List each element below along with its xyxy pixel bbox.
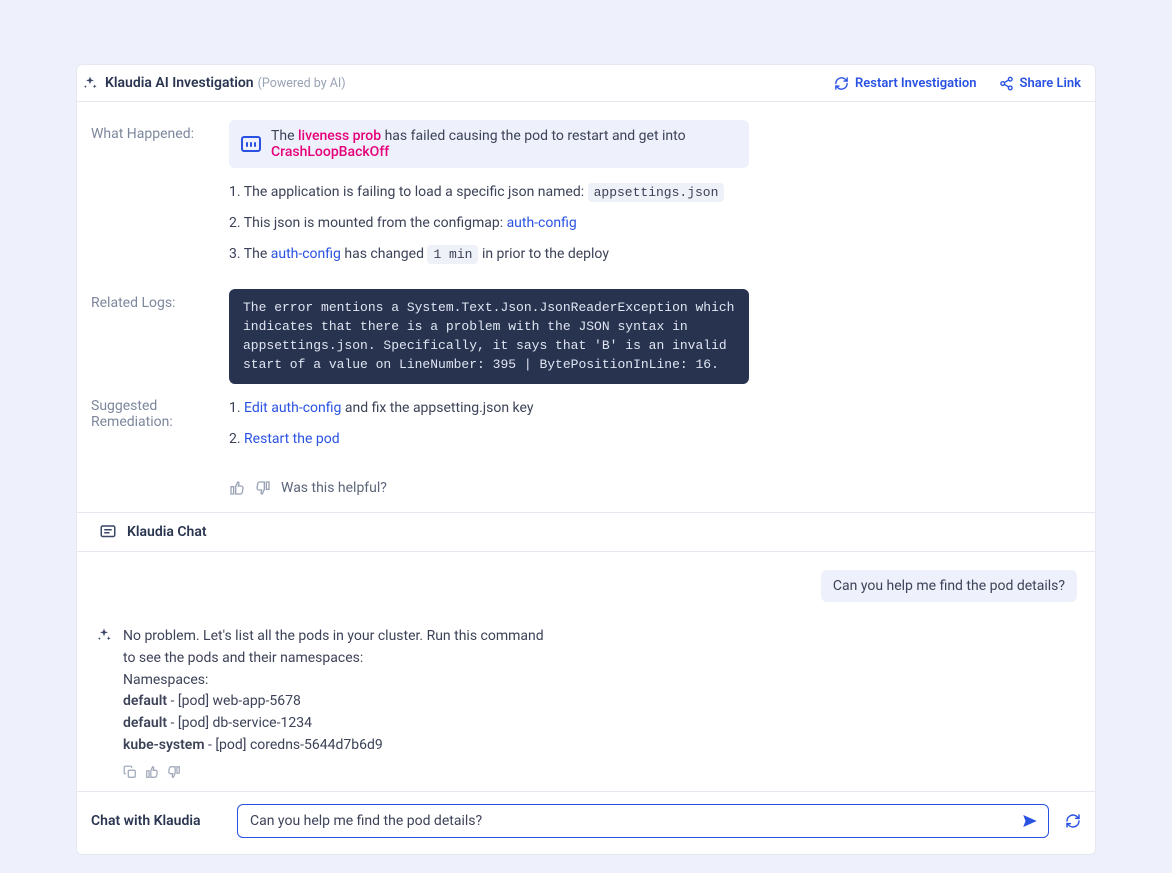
restart-icon (834, 76, 849, 91)
namespaces-label: Namespaces: (123, 670, 555, 692)
thumbs-up-button[interactable] (145, 765, 159, 779)
ai-message: No problem. Let's list all the pods in y… (95, 626, 555, 756)
chat-header-title: Klaudia Chat (127, 524, 207, 540)
message-actions (123, 765, 1077, 779)
thumbs-down-button[interactable] (167, 765, 181, 779)
share-link-button[interactable]: Share Link (999, 76, 1081, 91)
feedback-row: Was this helpful? (91, 474, 1081, 502)
feedback-prompt: Was this helpful? (281, 480, 387, 496)
ai-intro-text: No problem. Let's list all the pods in y… (123, 626, 555, 669)
restart-pod-link[interactable]: Restart the pod (244, 431, 340, 447)
thumbs-up-button[interactable] (229, 480, 245, 496)
crashloop-highlight: CrashLoopBackOff (271, 144, 389, 160)
restart-label: Restart Investigation (855, 76, 976, 91)
pod-row: kube-system - [pod] coredns-5644d7b6d9 (123, 735, 555, 757)
what-happened-item: This json is mounted from the configmap:… (229, 213, 1081, 234)
chat-body: Can you help me find the pod details? No… (77, 551, 1095, 790)
chat-footer: Chat with Klaudia (77, 791, 1095, 854)
send-button[interactable] (1017, 808, 1043, 834)
panel-title: Klaudia AI Investigation (105, 75, 254, 91)
remediation-list: Edit auth-config and fix the appsetting.… (229, 398, 1081, 450)
chat-icon (99, 523, 117, 541)
what-happened-list: The application is failing to load a spe… (229, 182, 1081, 265)
remediation-item: Restart the pod (229, 429, 1081, 450)
configmap-link[interactable]: auth-config (507, 215, 577, 231)
code-chip: appsettings.json (588, 183, 725, 202)
pod-icon (241, 136, 261, 152)
refresh-button[interactable] (1065, 813, 1081, 829)
thumbs-down-button[interactable] (255, 480, 271, 496)
remediation-item: Edit auth-config and fix the appsetting.… (229, 398, 1081, 419)
liveness-prob-highlight: liveness prob (298, 128, 381, 144)
investigation-panel: Klaudia AI Investigation (Powered by AI)… (76, 64, 1096, 855)
code-chip: 1 min (427, 245, 478, 264)
panel-subtitle: (Powered by AI) (258, 76, 346, 91)
copy-button[interactable] (123, 765, 137, 779)
related-logs-label: Related Logs: (91, 289, 229, 311)
investigation-body: What Happened: The liveness prob has fai… (77, 101, 1095, 512)
panel-header: Klaudia AI Investigation (Powered by AI)… (77, 65, 1095, 101)
share-label: Share Link (1020, 76, 1081, 91)
what-happened-label: What Happened: (91, 120, 229, 142)
pod-row: default - [pod] web-app-5678 (123, 691, 555, 713)
edit-auth-config-link[interactable]: Edit auth-config (244, 400, 341, 416)
restart-investigation-button[interactable]: Restart Investigation (834, 76, 976, 91)
chat-input[interactable] (237, 804, 1049, 838)
chat-input-label: Chat with Klaudia (91, 813, 221, 829)
pod-row: default - [pod] db-service-1234 (123, 713, 555, 735)
log-block: The error mentions a System.Text.Json.Js… (229, 289, 749, 384)
summary-pill: The liveness prob has failed causing the… (229, 120, 749, 168)
configmap-link[interactable]: auth-config (271, 246, 341, 262)
user-message: Can you help me find the pod details? (821, 570, 1077, 602)
sparkle-icon (81, 74, 99, 92)
summary-text: The liveness prob has failed causing the… (271, 128, 737, 160)
remediation-label: Suggested Remediation: (91, 398, 229, 430)
chat-header: Klaudia Chat (77, 512, 1095, 551)
share-icon (999, 76, 1014, 91)
sparkle-icon (95, 626, 113, 644)
what-happened-item: The auth-config has changed 1 min in pri… (229, 244, 1081, 265)
what-happened-item: The application is failing to load a spe… (229, 182, 1081, 203)
